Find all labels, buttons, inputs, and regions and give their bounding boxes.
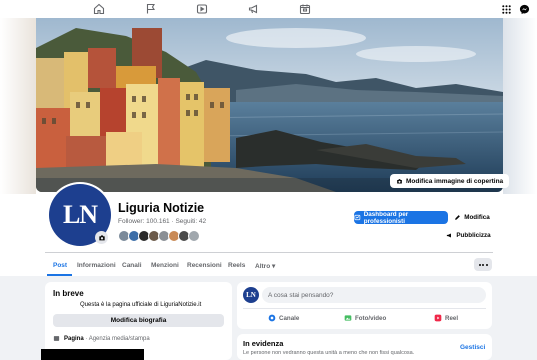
page-category: Pagina · Agenzia media/stampa <box>53 335 150 342</box>
video-icon[interactable] <box>196 3 208 15</box>
edit-page-button[interactable]: Modifica <box>452 211 492 224</box>
apps-grid-icon[interactable] <box>499 2 513 16</box>
followers-count[interactable]: Follower: 100.161 · Seguiti: 42 <box>118 218 206 225</box>
tab-informazioni[interactable]: Informazioni <box>77 262 116 269</box>
marketplace-icon[interactable] <box>299 3 311 15</box>
intro-description: Questa è la pagina ufficiale di LiguriaN… <box>80 302 202 308</box>
professional-dashboard-button[interactable]: Dashboard per professionisti <box>354 210 448 225</box>
megaphone-icon[interactable] <box>248 3 260 15</box>
tab-reels[interactable]: Reels <box>228 262 245 269</box>
photo-icon <box>344 315 352 321</box>
cover-photo[interactable] <box>36 18 503 192</box>
composer-avatar: LN <box>243 287 259 303</box>
black-banner <box>41 349 144 360</box>
tab-post[interactable]: Post <box>53 262 67 269</box>
edit-label: Modifica <box>464 214 490 221</box>
channel-label: Canale <box>279 314 300 322</box>
cover-blur-right <box>503 18 537 194</box>
edit-bio-button[interactable]: Modifica biografia <box>53 314 224 327</box>
active-tab-indicator <box>47 274 72 276</box>
promote-button[interactable]: Pubblicizza <box>445 229 492 242</box>
channel-button[interactable]: Canale <box>268 314 299 322</box>
edit-cover-label: Modifica immagine di copertina <box>406 177 504 185</box>
camera-icon <box>98 234 105 240</box>
camera-icon <box>397 178 402 184</box>
tab-more[interactable]: Altro ▾ <box>255 262 275 270</box>
dot <box>478 263 481 266</box>
dashboard-icon <box>354 214 361 221</box>
cover-blur-left <box>0 18 36 194</box>
megaphone-icon <box>447 233 452 238</box>
flag-icon[interactable] <box>145 3 157 15</box>
messenger-icon[interactable] <box>517 2 531 16</box>
dashboard-label: Dashboard per professionisti <box>363 210 409 225</box>
post-composer-input[interactable]: A cosa stai pensando? <box>262 287 486 303</box>
pencil-icon <box>455 215 461 220</box>
reel-icon <box>434 314 442 322</box>
page-label: Pagina <box>64 335 84 342</box>
composer-divider <box>243 308 486 309</box>
reel-button[interactable]: Reel <box>434 314 458 322</box>
top-navigation-bar <box>0 0 537 18</box>
intro-title: In breve <box>53 289 84 298</box>
tab-canali[interactable]: Canali <box>122 262 142 269</box>
channel-icon <box>268 314 276 322</box>
edit-cover-button[interactable]: Modifica immagine di copertina <box>390 174 510 188</box>
manage-featured-link[interactable]: Gestisci <box>460 344 485 351</box>
tab-recensioni[interactable]: Recensioni <box>187 262 222 269</box>
info-flag-icon <box>53 336 60 341</box>
reel-label: Reel <box>445 314 459 322</box>
avatar <box>188 230 200 242</box>
more-options-button[interactable] <box>474 258 492 271</box>
page-title: Liguria Notizie <box>118 201 205 215</box>
featured-title: In evidenza <box>243 339 284 348</box>
avatar-camera-button[interactable] <box>95 231 108 244</box>
tabs-divider <box>45 252 493 253</box>
dot <box>482 263 484 266</box>
dot <box>485 263 488 266</box>
follower-avatars[interactable] <box>118 230 200 242</box>
home-icon[interactable] <box>93 3 105 15</box>
photo-video-button[interactable]: Foto/video <box>344 314 386 322</box>
featured-note: Le persone non vedranno questa unità a m… <box>243 350 415 356</box>
photo-video-label: Foto/video <box>355 314 387 322</box>
tab-menzioni[interactable]: Menzioni <box>151 262 179 269</box>
page-category-text: · Agenzia media/stampa <box>83 335 150 342</box>
promote-label: Pubblicizza <box>456 232 491 239</box>
